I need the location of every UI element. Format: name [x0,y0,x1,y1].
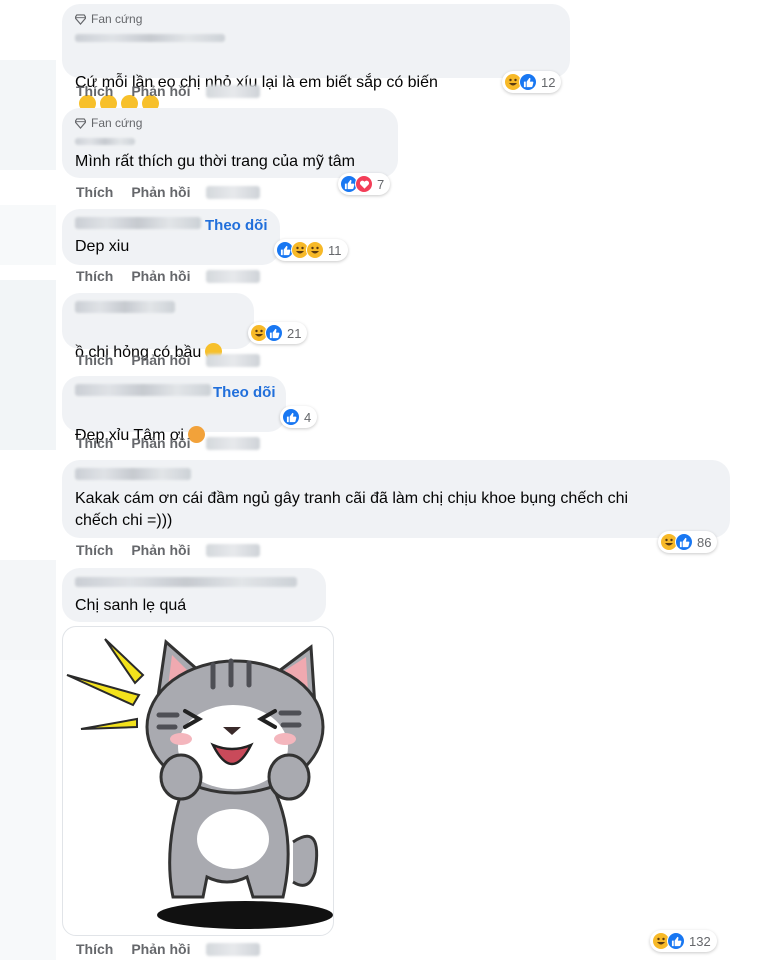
like-icon [282,408,300,426]
like-link[interactable]: Thích [76,268,113,284]
reaction-summary[interactable]: 11 [274,239,348,261]
fan-badge: Fan cứng [75,116,142,130]
like-link[interactable]: Thích [76,941,113,957]
strip-block [0,60,56,170]
commenter-name-blurred[interactable] [75,577,297,587]
like-link[interactable]: Thích [76,542,113,558]
strip-block [0,660,56,960]
like-link[interactable]: Thích [76,352,113,368]
cat-sticker[interactable] [62,626,334,936]
like-icon [675,533,693,551]
timestamp-blurred[interactable] [206,84,261,98]
commenter-name-blurred[interactable] [75,138,135,145]
wow-icon [306,241,324,259]
comment-bubble: Theo dõi Dep xiu [62,209,280,265]
comment-bubble: Fan cứng Cứ mỗi lần eo chị nhỏ xíu lại l… [62,4,570,112]
gem-icon [75,13,86,25]
comment-text: Dep xiu [75,238,130,255]
timestamp-blurred[interactable] [206,942,261,956]
reaction-summary[interactable]: 86 [658,531,718,553]
cat-sticker-image [66,638,333,929]
comment-actions: Thích Phản hồi [76,83,261,99]
reply-link[interactable]: Phản hồi [131,435,190,451]
reply-link[interactable]: Phản hồi [131,941,190,957]
comment-text: Mình rất thích gu thời trang của mỹ tâm [75,153,355,170]
reply-link[interactable]: Phản hồi [131,184,190,200]
timestamp-blurred[interactable] [206,436,261,450]
reaction-summary[interactable]: 7 [338,173,391,195]
like-link[interactable]: Thích [76,435,113,451]
reaction-summary[interactable]: 12 [502,71,562,93]
like-icon [265,324,283,342]
like-icon [667,932,685,950]
comment-actions: Thích Phản hồi [76,941,261,957]
comment-actions: Thích Phản hồi [76,542,261,558]
commenter-name-blurred[interactable] [75,34,225,42]
like-icon [519,73,537,91]
timestamp-blurred[interactable] [206,185,261,199]
gem-icon [75,117,86,129]
fan-badge: Fan cứng [75,12,142,26]
comment-bubble: Chị sanh lẹ quá [62,568,326,622]
comment-bubble: ồ chị hỏng có bầu [62,293,254,361]
love-icon [355,175,373,193]
left-edge-strip [0,0,58,960]
comment-bubble: Kakak cám ơn cái đầm ngủ gây tranh cãi đ… [62,460,730,538]
like-link[interactable]: Thích [76,83,113,99]
badge-label: Fan cứng [91,116,143,130]
reaction-summary[interactable]: 4 [280,406,318,428]
comment-actions: Thích Phản hồi [76,435,261,451]
timestamp-blurred[interactable] [206,353,261,367]
comment-bubble: Theo dõi Đẹp xỉu Tâm ơi [62,376,286,444]
reply-link[interactable]: Phản hồi [131,83,190,99]
comment-bubble: Fan cứng Mình rất thích gu thời trang củ… [62,108,398,178]
timestamp-blurred[interactable] [206,543,261,557]
reaction-summary[interactable]: 132 [650,930,717,952]
strip-block [0,560,56,660]
reply-link[interactable]: Phản hồi [131,268,190,284]
timestamp-blurred[interactable] [206,269,261,283]
follow-link[interactable]: Theo dõi [213,384,276,401]
comment-actions: Thích Phản hồi [76,268,261,284]
reply-link[interactable]: Phản hồi [131,352,190,368]
strip-block [0,280,56,450]
badge-label: Fan cứng [91,12,143,26]
commenter-name-blurred[interactable] [75,468,191,480]
comment-actions: Thích Phản hồi [76,352,261,368]
follow-link[interactable]: Theo dõi [205,217,268,234]
commenter-name-blurred[interactable] [75,217,201,229]
strip-block [0,205,56,265]
reply-link[interactable]: Phản hồi [131,542,190,558]
commenter-name-blurred[interactable] [75,384,211,396]
comment-text: Chị sanh lẹ quá [75,597,187,614]
comment-actions: Thích Phản hồi [76,184,261,200]
comment-text: Kakak cám ơn cái đầm ngủ gây tranh cãi đ… [75,490,629,529]
reaction-summary[interactable]: 21 [248,322,308,344]
like-link[interactable]: Thích [76,184,113,200]
commenter-name-blurred[interactable] [75,301,175,313]
